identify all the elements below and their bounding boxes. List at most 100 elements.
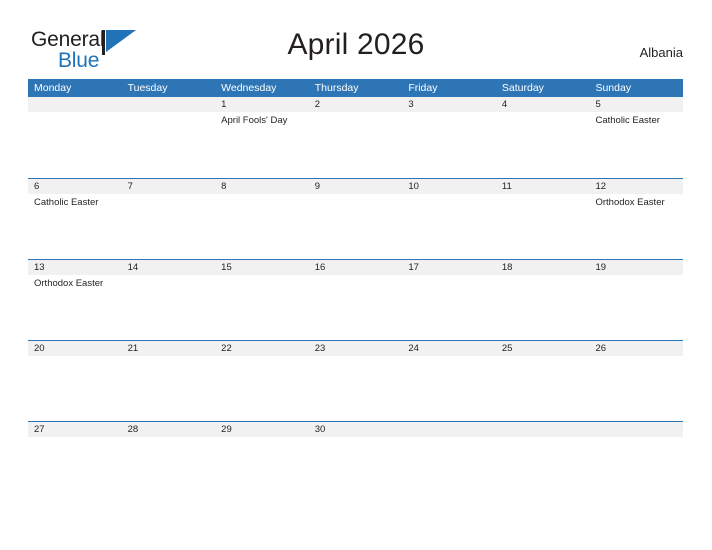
day-cell[interactable]: Catholic Easter xyxy=(28,194,122,259)
day-cell[interactable] xyxy=(496,112,590,177)
day-number[interactable]: 25 xyxy=(496,341,590,356)
day-number[interactable]: 15 xyxy=(215,260,309,275)
week-event-band: April Fools' Day Catholic Easter xyxy=(28,112,683,177)
day-cell[interactable] xyxy=(589,356,683,421)
week-number-band: 13 14 15 16 17 18 19 xyxy=(28,260,683,275)
event-label: Orthodox Easter xyxy=(34,278,104,289)
day-number[interactable]: 26 xyxy=(589,341,683,356)
day-cell[interactable]: Catholic Easter xyxy=(589,112,683,177)
calendar-page: General Blue April 2026 Albania Monday T… xyxy=(0,0,712,550)
week-row: 6 7 8 9 10 11 12 Catholic Easter Orthodo… xyxy=(28,178,683,259)
page-title: April 2026 xyxy=(287,28,425,61)
day-cell[interactable] xyxy=(122,275,216,340)
week-number-band: 20 21 22 23 24 25 26 xyxy=(28,341,683,356)
day-number[interactable]: 24 xyxy=(402,341,496,356)
day-number[interactable]: 22 xyxy=(215,341,309,356)
week-row: 20 21 22 23 24 25 26 xyxy=(28,340,683,421)
day-cell[interactable] xyxy=(589,275,683,340)
weekday-header-row: Monday Tuesday Wednesday Thursday Friday… xyxy=(28,79,683,97)
day-cell[interactable] xyxy=(28,356,122,421)
day-cell[interactable] xyxy=(309,112,403,177)
day-number[interactable] xyxy=(28,97,122,112)
day-cell[interactable] xyxy=(402,275,496,340)
calendar-grid: Monday Tuesday Wednesday Thursday Friday… xyxy=(28,79,683,502)
day-cell[interactable] xyxy=(215,356,309,421)
day-cell[interactable] xyxy=(215,275,309,340)
week-number-band: 1 2 3 4 5 xyxy=(28,97,683,112)
day-cell[interactable] xyxy=(496,437,590,502)
day-cell[interactable] xyxy=(122,356,216,421)
day-number[interactable]: 28 xyxy=(122,422,216,437)
day-cell[interactable] xyxy=(122,194,216,259)
day-cell[interactable] xyxy=(309,437,403,502)
day-number[interactable]: 13 xyxy=(28,260,122,275)
day-number[interactable]: 2 xyxy=(309,97,403,112)
day-cell[interactable] xyxy=(402,112,496,177)
weekday-header-thursday: Thursday xyxy=(314,82,359,94)
day-number[interactable] xyxy=(402,422,496,437)
event-label: Catholic Easter xyxy=(34,197,99,208)
day-cell[interactable]: April Fools' Day xyxy=(215,112,309,177)
day-cell[interactable] xyxy=(28,112,122,177)
day-cell[interactable] xyxy=(215,194,309,259)
day-cell[interactable]: Orthodox Easter xyxy=(589,194,683,259)
day-number[interactable]: 9 xyxy=(309,179,403,194)
day-cell[interactable] xyxy=(28,437,122,502)
week-event-band: Catholic Easter Orthodox Easter xyxy=(28,194,683,259)
day-cell[interactable] xyxy=(309,356,403,421)
day-cell[interactable] xyxy=(309,275,403,340)
day-cell[interactable] xyxy=(122,112,216,177)
week-row: 13 14 15 16 17 18 19 Orthodox Easter xyxy=(28,259,683,340)
day-number[interactable]: 5 xyxy=(589,97,683,112)
day-number[interactable]: 10 xyxy=(402,179,496,194)
day-number[interactable]: 23 xyxy=(309,341,403,356)
day-number[interactable]: 20 xyxy=(28,341,122,356)
day-number[interactable]: 4 xyxy=(496,97,590,112)
day-number[interactable]: 8 xyxy=(215,179,309,194)
weekday-header-wednesday: Wednesday xyxy=(221,82,277,94)
week-event-band: Orthodox Easter xyxy=(28,275,683,340)
day-cell[interactable] xyxy=(402,437,496,502)
day-number[interactable]: 12 xyxy=(589,179,683,194)
day-number[interactable]: 3 xyxy=(402,97,496,112)
day-cell[interactable] xyxy=(122,437,216,502)
week-number-band: 27 28 29 30 xyxy=(28,422,683,437)
week-event-band xyxy=(28,437,683,502)
week-row: 1 2 3 4 5 April Fools' Day Catholic East… xyxy=(28,97,683,178)
day-number[interactable]: 14 xyxy=(122,260,216,275)
day-number[interactable]: 21 xyxy=(122,341,216,356)
page-header: General Blue April 2026 Albania xyxy=(0,0,712,78)
day-cell[interactable] xyxy=(402,356,496,421)
event-label: April Fools' Day xyxy=(221,115,288,126)
day-number[interactable]: 18 xyxy=(496,260,590,275)
weekday-header-saturday: Saturday xyxy=(501,82,544,94)
day-number[interactable]: 1 xyxy=(215,97,309,112)
day-number[interactable]: 6 xyxy=(28,179,122,194)
week-row: 27 28 29 30 xyxy=(28,421,683,502)
day-cell[interactable] xyxy=(309,194,403,259)
day-number[interactable]: 30 xyxy=(309,422,403,437)
day-cell[interactable]: Orthodox Easter xyxy=(28,275,122,340)
week-number-band: 6 7 8 9 10 11 12 xyxy=(28,179,683,194)
day-number[interactable]: 27 xyxy=(28,422,122,437)
day-number[interactable] xyxy=(122,97,216,112)
weekday-header-sunday: Sunday xyxy=(595,82,632,94)
day-cell[interactable] xyxy=(496,356,590,421)
day-number[interactable]: 11 xyxy=(496,179,590,194)
day-cell[interactable] xyxy=(496,194,590,259)
day-cell[interactable] xyxy=(589,437,683,502)
event-label: Catholic Easter xyxy=(595,115,660,126)
day-number[interactable]: 19 xyxy=(589,260,683,275)
day-number[interactable]: 7 xyxy=(122,179,216,194)
day-number[interactable]: 29 xyxy=(215,422,309,437)
weekday-header-monday: Monday xyxy=(34,82,72,94)
day-number[interactable] xyxy=(589,422,683,437)
event-label: Orthodox Easter xyxy=(595,197,665,208)
day-cell[interactable] xyxy=(215,437,309,502)
day-cell[interactable] xyxy=(496,275,590,340)
weekday-header-friday: Friday xyxy=(408,82,438,94)
day-cell[interactable] xyxy=(402,194,496,259)
day-number[interactable]: 16 xyxy=(309,260,403,275)
day-number[interactable]: 17 xyxy=(402,260,496,275)
day-number[interactable] xyxy=(496,422,590,437)
